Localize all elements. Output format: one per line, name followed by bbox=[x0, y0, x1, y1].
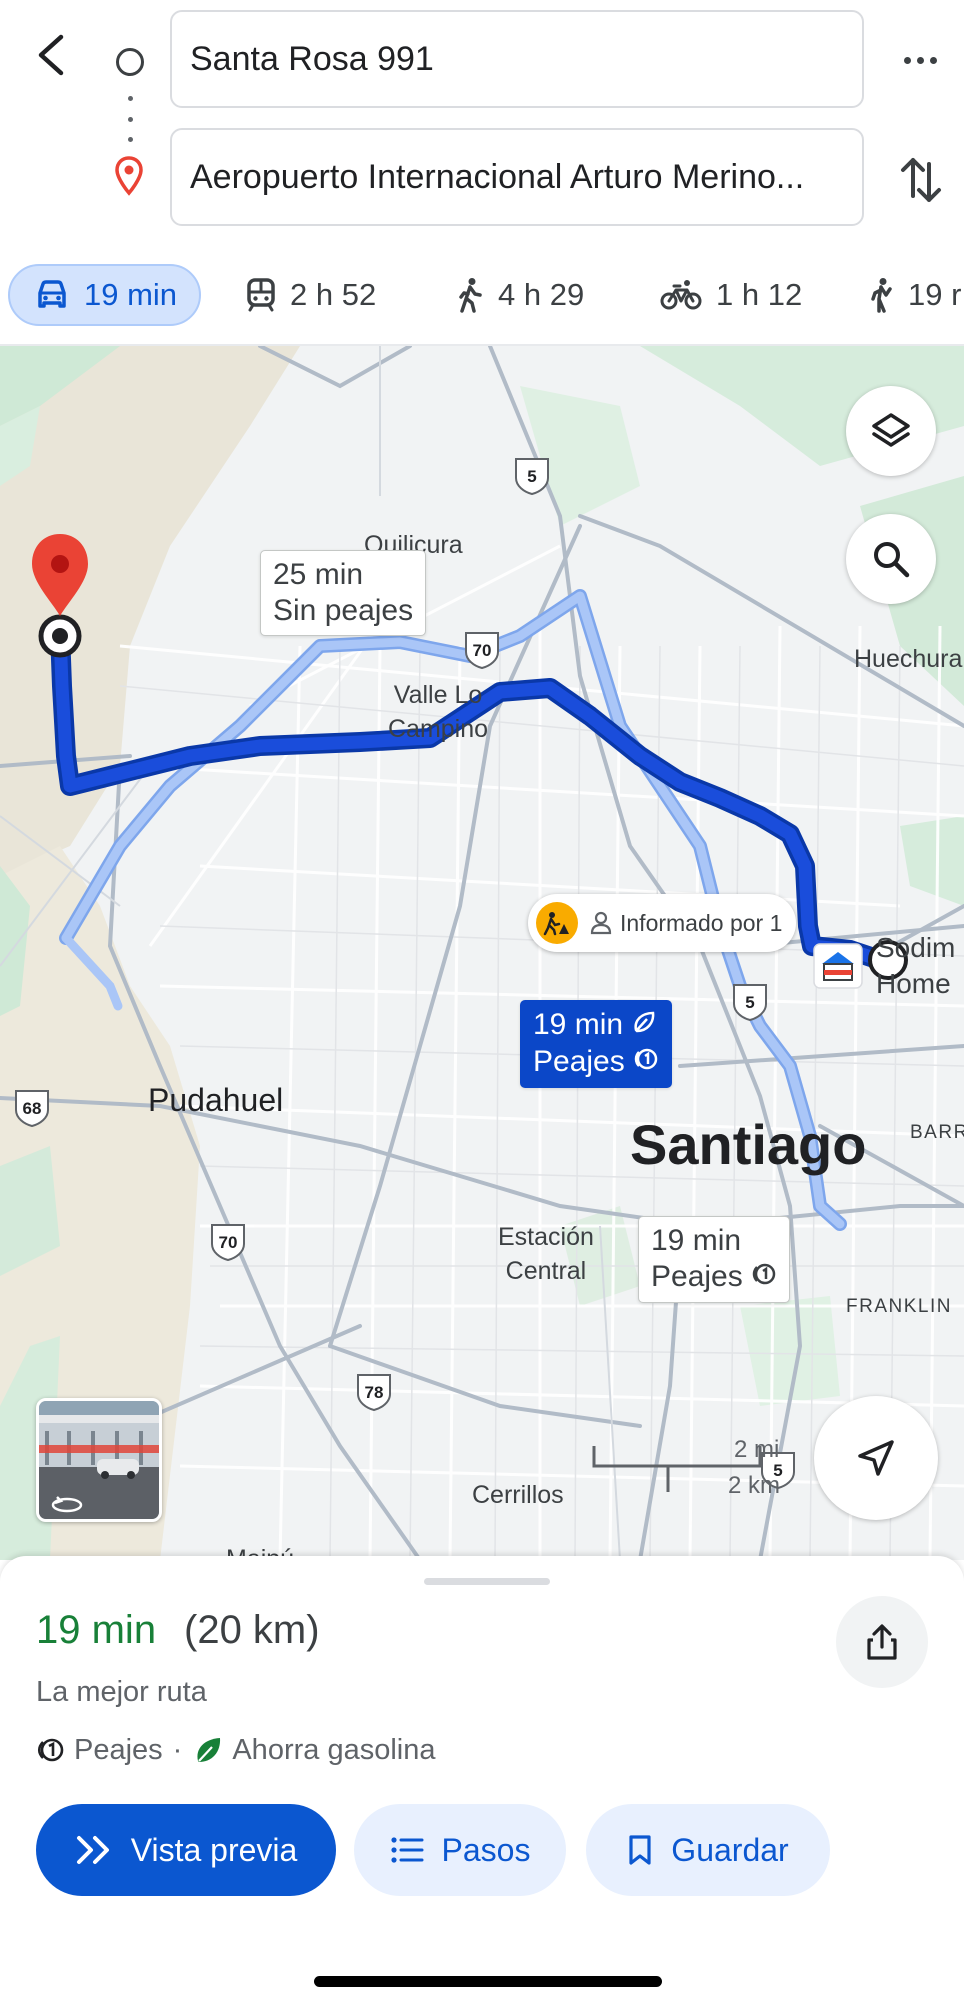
layers-icon bbox=[872, 413, 910, 447]
toll-icon bbox=[751, 1260, 777, 1296]
route-tag-separator: · bbox=[172, 1733, 183, 1766]
bookmark-icon bbox=[629, 1835, 651, 1865]
route-tags: Peajes · Ahorra gasolina bbox=[36, 1730, 435, 1770]
route-dots-icon bbox=[126, 96, 134, 142]
route-summary-sheet[interactable]: 19 min (20 km) La mejor ruta Peajes · Ah… bbox=[0, 1556, 964, 2000]
save-button-label: Guardar bbox=[671, 1831, 789, 1868]
incident-report-text: Informado por 1 bbox=[620, 909, 783, 936]
double-chevron-right-icon bbox=[76, 1836, 109, 1864]
svg-text:5: 5 bbox=[745, 993, 754, 1012]
road-work-icon bbox=[536, 902, 578, 944]
rotate-360-icon bbox=[51, 1496, 83, 1513]
route-shield-5: 5 bbox=[515, 458, 549, 496]
sheet-drag-handle[interactable] bbox=[424, 1578, 550, 1585]
swap-directions-icon[interactable] bbox=[893, 150, 949, 210]
svg-text:68: 68 bbox=[23, 1099, 42, 1118]
navigation-arrow-icon bbox=[858, 1440, 894, 1476]
incident-report[interactable]: Informado por 1 bbox=[528, 894, 797, 952]
route-callout-primary-note: Peajes bbox=[533, 1045, 625, 1079]
share-button[interactable] bbox=[836, 1596, 928, 1688]
place-label-franklin: FRANKLIN bbox=[846, 1296, 952, 1317]
transit-icon bbox=[247, 278, 275, 312]
directions-header: Santa Rosa 991 Aeropuerto Internacional … bbox=[0, 0, 964, 346]
route-distance: (20 km) bbox=[184, 1608, 320, 1652]
route-shield-70: 70 bbox=[465, 632, 499, 670]
mode-tab-ride[interactable]: 19 r bbox=[866, 264, 961, 326]
scale-km: 2 km bbox=[728, 1472, 781, 1499]
route-tag-tolls: Peajes bbox=[74, 1733, 163, 1766]
search-icon bbox=[874, 542, 910, 578]
travel-mode-tabs: 19 min 2 h 52 4 h 29 1 h 12 19 r bbox=[0, 262, 964, 332]
route-shield-78: 78 bbox=[357, 1374, 391, 1412]
place-label-pudahuel: Pudahuel bbox=[148, 1082, 284, 1118]
route-shield-70-south: 70 bbox=[211, 1224, 245, 1262]
steps-button[interactable]: Pasos bbox=[354, 1804, 566, 1896]
place-label-barrio: BARR bbox=[910, 1122, 964, 1143]
steps-button-label: Pasos bbox=[441, 1831, 531, 1868]
route-callout-primary[interactable]: 19 min Peajes bbox=[520, 1000, 672, 1089]
preview-button[interactable]: Vista previa bbox=[36, 1804, 336, 1896]
route-callout-alt-bottom[interactable]: 19 min Peajes bbox=[638, 1216, 790, 1304]
mode-tab-cycling[interactable]: 1 h 12 bbox=[660, 264, 802, 326]
back-arrow-icon bbox=[38, 34, 64, 76]
share-icon bbox=[867, 1624, 897, 1660]
person-icon bbox=[590, 911, 612, 935]
destination-pin-icon bbox=[115, 156, 143, 196]
mode-tab-driving[interactable]: 19 min bbox=[8, 264, 202, 326]
route-callout-alt-top-note: Sin peajes bbox=[273, 594, 414, 627]
route-shield-68: 68 bbox=[15, 1090, 49, 1128]
route-callout-alt-top-time: 25 min bbox=[273, 558, 364, 591]
scale-miles: 2 mi bbox=[734, 1436, 780, 1463]
eco-leaf-icon bbox=[631, 1008, 657, 1044]
place-label-huechuraba: Huechura bbox=[854, 645, 963, 673]
preview-button-label: Vista previa bbox=[130, 1831, 298, 1868]
recenter-button[interactable] bbox=[814, 1396, 938, 1520]
svg-text:78: 78 bbox=[365, 1383, 384, 1402]
route-callout-alt-top[interactable]: 25 min Sin peajes bbox=[260, 550, 427, 636]
route-callout-alt-bottom-note: Peajes bbox=[651, 1260, 743, 1293]
route-callout-alt-bottom-time: 19 min bbox=[651, 1224, 742, 1257]
place-label-santiago: Santiago bbox=[630, 1113, 867, 1176]
walk-icon bbox=[459, 278, 482, 313]
mode-tab-transit[interactable]: 2 h 52 bbox=[246, 264, 376, 326]
origin-circle-icon bbox=[116, 48, 144, 76]
toll-icon bbox=[633, 1045, 659, 1081]
eco-leaf-icon bbox=[197, 1738, 221, 1762]
back-button[interactable] bbox=[22, 20, 78, 90]
svg-text:5: 5 bbox=[527, 467, 536, 486]
save-button[interactable]: Guardar bbox=[586, 1804, 830, 1896]
car-icon bbox=[38, 280, 66, 308]
mode-tab-walking[interactable]: 4 h 29 bbox=[456, 264, 584, 326]
ride-icon bbox=[871, 278, 892, 313]
map-view[interactable]: 5 70 68 70 5 78 5 Quilicura Valle Lo Cam… bbox=[0, 346, 964, 1560]
store-icon bbox=[813, 943, 863, 989]
place-label-cerrillos: Cerrillos bbox=[472, 1481, 564, 1509]
toll-icon bbox=[37, 1738, 64, 1762]
map-layers-button[interactable] bbox=[846, 386, 936, 476]
map-search-button[interactable] bbox=[846, 514, 936, 604]
svg-text:70: 70 bbox=[473, 641, 492, 660]
bike-icon bbox=[660, 280, 702, 310]
poi-sodimac-label: Sodim Home bbox=[876, 932, 956, 999]
poi-sodimac[interactable]: Sodim Home bbox=[812, 926, 955, 1006]
street-view-thumbnail[interactable] bbox=[36, 1398, 162, 1522]
route-shield-5-center: 5 bbox=[733, 984, 767, 1022]
route-duration: 19 min bbox=[36, 1608, 157, 1652]
list-icon bbox=[390, 1837, 424, 1863]
route-callout-primary-time: 19 min bbox=[533, 1008, 624, 1041]
home-indicator[interactable] bbox=[314, 1976, 662, 1987]
destination-field[interactable]: Aeropuerto Internacional Arturo Merino..… bbox=[170, 128, 864, 226]
more-options-button[interactable] bbox=[890, 30, 950, 90]
place-label-valle-lo-campino: Valle Lo Campino bbox=[388, 681, 489, 743]
origin-field[interactable]: Santa Rosa 991 bbox=[170, 10, 864, 108]
svg-text:70: 70 bbox=[219, 1233, 238, 1252]
place-label-estacion-central: Estación Central bbox=[498, 1223, 594, 1285]
route-subtitle: La mejor ruta bbox=[36, 1676, 207, 1708]
route-tag-eco: Ahorra gasolina bbox=[232, 1733, 436, 1766]
